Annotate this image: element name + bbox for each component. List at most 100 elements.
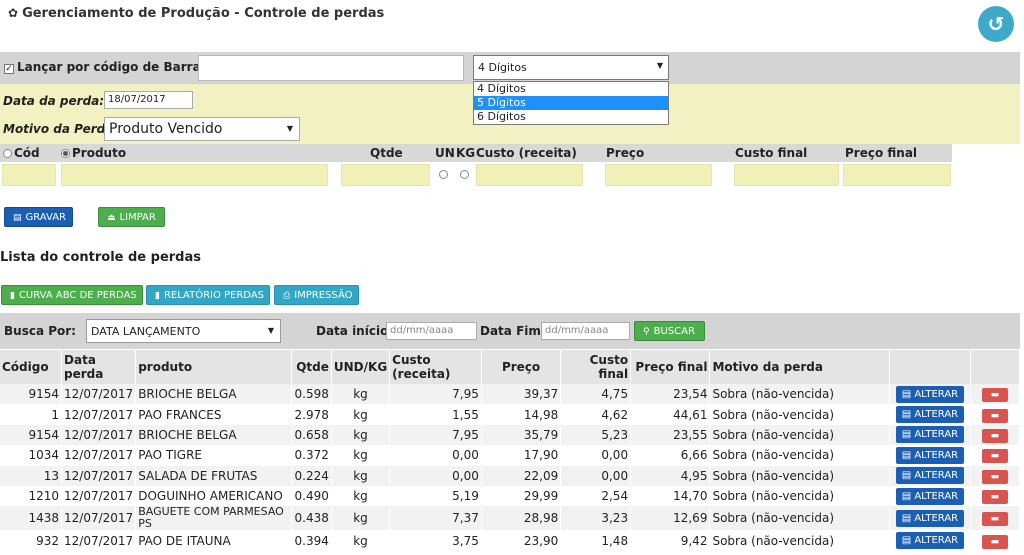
custo-input[interactable]	[476, 164, 583, 186]
barcode-input[interactable]	[198, 55, 464, 81]
table-row: 932 12/07/2017 PAO DE ITAUNA 0.394 kg 3,75 23,…	[0, 530, 1021, 551]
trash-icon: ▬	[990, 390, 1000, 401]
cell-codigo: 932	[0, 530, 63, 551]
th-custo[interactable]: Custo (receita)	[389, 350, 482, 384]
cell-produto: BRIOCHE BELGA	[135, 424, 292, 446]
cell-qtde: 0.394	[291, 530, 332, 551]
cell-custo-final: 0,00	[560, 445, 632, 466]
edit-button[interactable]: ▤ ALTERAR	[895, 446, 965, 464]
digits-option-selected[interactable]: 5 Dígitos	[474, 96, 668, 110]
edit-button[interactable]: ▤ ALTERAR	[895, 467, 965, 485]
un-radio[interactable]	[439, 170, 448, 179]
cell-delete: ▬	[970, 530, 1021, 551]
digits-option[interactable]: 6 Dígitos	[474, 110, 668, 124]
cell-und: kg	[331, 384, 391, 405]
cell-motivo: Sobra (não-vencida)	[709, 465, 891, 486]
cell-delete: ▬	[970, 404, 1021, 425]
table-row: 9154 12/07/2017 BRIOCHE BELGA 0.598 kg 7,95 39…	[0, 384, 1021, 405]
cell-custo-final: 5,23	[560, 424, 632, 446]
custo-final-input[interactable]	[734, 164, 839, 186]
dropdown-arrow-icon: ▼	[267, 326, 274, 335]
end-date-input[interactable]: dd/mm/aaaa	[541, 322, 630, 340]
print-button[interactable]: ⎙ IMPRESSÃO	[274, 285, 359, 305]
cell-und: kg	[331, 465, 391, 486]
preco-input[interactable]	[605, 164, 712, 186]
cod-input[interactable]	[2, 164, 56, 186]
delete-button[interactable]: ▬	[981, 388, 1008, 403]
cell-custo: 7,95	[389, 424, 482, 446]
trash-icon: ▬	[990, 536, 1000, 547]
reason-select[interactable]: Produto Vencido ▼	[104, 117, 300, 141]
th-custo-final[interactable]: Custo final	[560, 350, 632, 384]
loss-report-button[interactable]: ▮ RELATÓRIO PERDAS	[146, 285, 270, 305]
cell-qtde: 0.438	[291, 506, 332, 531]
table-row: 1 12/07/2017 PAO FRANCES 2.978 kg 1,55 14,98 4,…	[0, 404, 1021, 425]
abc-curve-button[interactable]: ▮ CURVA ABC DE PERDAS	[1, 285, 143, 305]
delete-button[interactable]: ▬	[981, 408, 1008, 423]
cell-codigo: 13	[0, 465, 63, 486]
cell-qtde: 0.224	[291, 465, 332, 486]
barcode-checkbox-row[interactable]: ✓ Lançar por código de Barras:	[4, 60, 213, 74]
cell-motivo: Sobra (não-vencida)	[709, 506, 891, 531]
cell-preco-final: 14,70	[630, 485, 711, 507]
th-codigo[interactable]: Código	[0, 350, 63, 384]
col-produto[interactable]: Produto	[61, 146, 126, 160]
delete-button[interactable]: ▬	[981, 449, 1008, 464]
edit-button[interactable]: ▤ ALTERAR	[895, 532, 965, 550]
file-icon: ▮	[10, 291, 15, 301]
digits-select[interactable]: 4 Dígitos ▼	[473, 55, 669, 80]
barcode-checkbox[interactable]: ✓	[4, 64, 14, 74]
edit-button[interactable]: ▤ ALTERAR	[895, 426, 965, 444]
edit-button[interactable]: ▤ ALTERAR	[895, 406, 965, 424]
th-data[interactable]: Data perda	[61, 350, 137, 384]
search-by-select[interactable]: DATA LANÇAMENTO ▼	[86, 319, 281, 343]
cell-preco-final: 9,42	[630, 530, 711, 551]
delete-button[interactable]: ▬	[981, 534, 1008, 549]
kg-radio[interactable]	[460, 170, 469, 179]
clear-button[interactable]: ⏏ LIMPAR	[98, 207, 165, 227]
col-preco: Preço	[606, 146, 645, 160]
th-qtde[interactable]: Qtde	[291, 350, 332, 384]
save-button[interactable]: ▤ GRAVAR	[4, 207, 73, 227]
th-und[interactable]: UND/KG	[331, 350, 391, 384]
search-button[interactable]: ⚲ BUSCAR	[634, 321, 705, 341]
cell-preco: 39,37	[481, 384, 562, 405]
back-button[interactable]: ↺	[978, 6, 1014, 42]
preco-final-input[interactable]	[843, 164, 951, 186]
qtde-input[interactable]	[341, 164, 430, 186]
digits-option[interactable]: 4 Dígitos	[474, 82, 668, 96]
cell-preco: 23,90	[481, 530, 562, 551]
th-produto[interactable]: produto	[135, 350, 292, 384]
edit-button[interactable]: ▤ ALTERAR	[895, 385, 965, 403]
th-preco[interactable]: Preço	[481, 350, 562, 384]
delete-button[interactable]: ▬	[981, 469, 1008, 484]
cell-custo: 7,95	[389, 384, 482, 405]
delete-button[interactable]: ▬	[981, 512, 1008, 527]
produto-radio[interactable]	[61, 149, 70, 158]
cell-motivo: Sobra (não-vencida)	[709, 404, 891, 425]
end-date-label: Data Fim:	[480, 324, 546, 338]
cell-codigo: 9154	[0, 424, 63, 446]
cell-delete: ▬	[970, 445, 1021, 466]
edit-icon: ▤	[901, 490, 915, 502]
search-icon: ⚲	[643, 327, 650, 337]
th-preco-final[interactable]: Preço final	[630, 350, 711, 384]
edit-button[interactable]: ▤ ALTERAR	[895, 487, 965, 505]
delete-button[interactable]: ▬	[981, 490, 1008, 505]
loss-date-input[interactable]: 18/07/2017	[104, 91, 193, 109]
cell-motivo: Sobra (não-vencida)	[709, 530, 891, 551]
th-motivo[interactable]: Motivo da perda	[709, 350, 891, 384]
produto-input[interactable]	[61, 164, 328, 186]
cell-data: 12/07/2017	[61, 485, 137, 507]
list-title: Lista do controle de perdas	[0, 250, 201, 265]
cell-motivo: Sobra (não-vencida)	[709, 445, 891, 466]
col-cod[interactable]: Cód	[3, 146, 40, 160]
cod-radio[interactable]	[3, 149, 12, 158]
digits-dropdown: 4 Dígitos 5 Dígitos 6 Dígitos	[473, 81, 669, 125]
start-date-input[interactable]: dd/mm/aaaa	[386, 322, 477, 340]
edit-button[interactable]: ▤ ALTERAR	[895, 509, 965, 527]
print-icon: ⎙	[283, 291, 291, 301]
cell-preco: 14,98	[481, 404, 562, 425]
search-by-label: Busca Por:	[4, 324, 76, 338]
delete-button[interactable]: ▬	[981, 428, 1008, 443]
